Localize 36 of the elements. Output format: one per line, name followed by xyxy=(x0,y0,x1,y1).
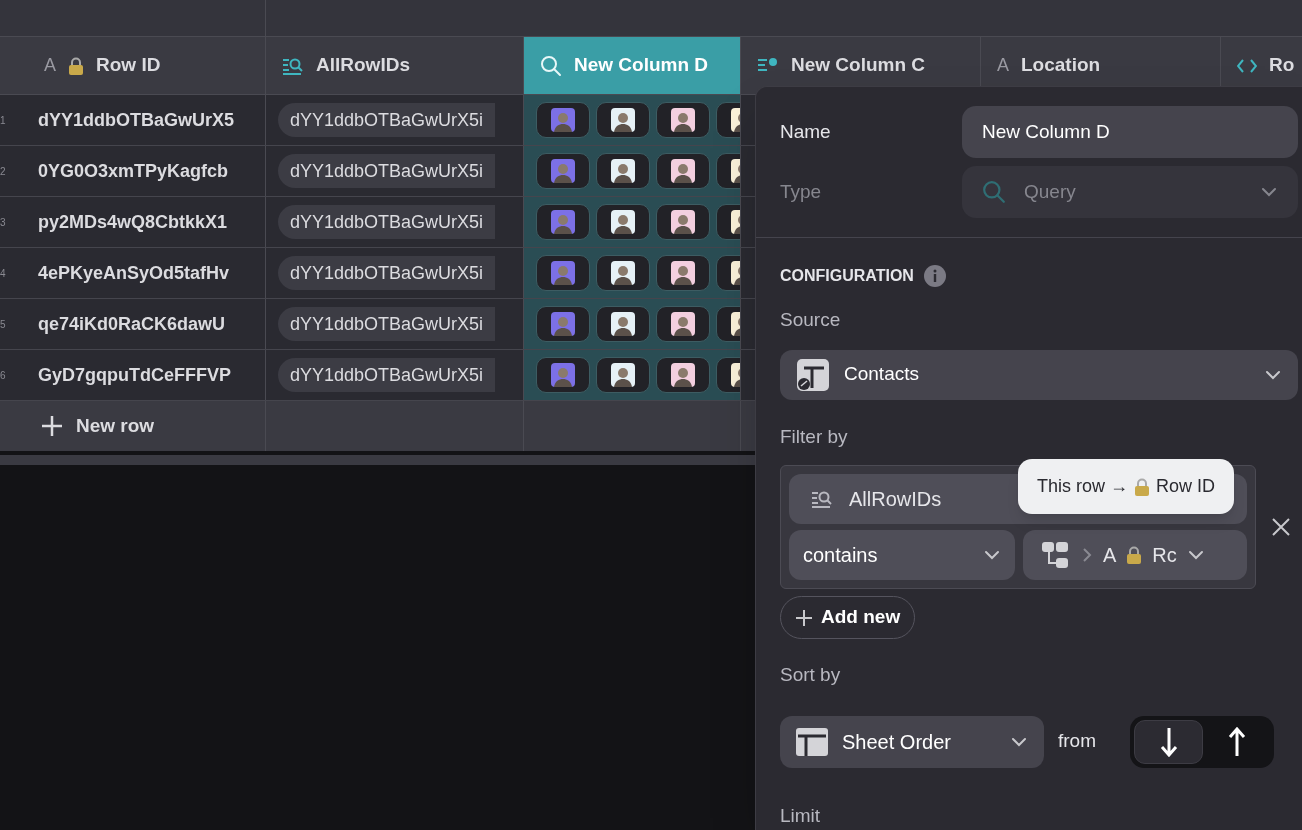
table-cell-text: py2MDs4wQ8CbtkkX1 xyxy=(38,210,228,234)
field-label: Type xyxy=(780,179,823,204)
column-title: New Column C xyxy=(791,53,926,78)
row-id-chip: dYY1ddbOTBaGwUrX5i xyxy=(278,307,496,341)
column-title: Ro xyxy=(1269,53,1295,78)
text-type-glyph: A xyxy=(997,54,1009,77)
section-title: CONFIGURATION xyxy=(780,266,914,286)
column-title: Row ID xyxy=(96,53,161,78)
tooltip: This row → Row ID xyxy=(1018,459,1235,514)
field-label: Limit xyxy=(780,803,822,828)
row-number: 1 xyxy=(0,113,7,128)
text-type-glyph: A xyxy=(1103,543,1117,568)
table-cell-text: dYY1ddbOTBaGwUrX5 xyxy=(38,108,235,132)
row-id-chip: dYY1ddbOTBaGwUrX5i xyxy=(278,154,496,188)
field-label: Filter by xyxy=(780,424,849,449)
row-number: 5 xyxy=(0,317,7,332)
row-id-chip: dYY1ddbOTBaGwUrX5i xyxy=(278,103,496,137)
row-number: 4 xyxy=(0,266,7,281)
row-number: 2 xyxy=(0,164,7,179)
column-title: Location xyxy=(1021,53,1101,78)
from-label: from xyxy=(1058,729,1096,754)
table-cell-text: 4ePKyeAnSyOd5tafHv xyxy=(38,261,230,285)
row-number: 3 xyxy=(0,215,7,230)
column-title: New Column D xyxy=(574,53,709,78)
field-label: Sort by xyxy=(780,663,842,687)
row-id-chip: dYY1ddbOTBaGwUrX5i xyxy=(278,358,496,392)
row-number: 6 xyxy=(0,368,7,383)
row-id-chip: dYY1ddbOTBaGwUrX5i xyxy=(278,205,496,239)
column-title: AllRowIDs xyxy=(316,53,410,78)
table-cell-text: GyD7gqpuTdCeFFFVP xyxy=(38,363,231,387)
table-cell-text: 0YG0O3xmTPyKagfcb xyxy=(38,159,229,183)
table-cell-text: qe74iKd0RaCK6dawU xyxy=(38,312,226,336)
field-label: Source xyxy=(780,308,842,332)
field-label: Name xyxy=(780,119,832,144)
text-type-glyph: A xyxy=(44,54,56,77)
row-id-chip: dYY1ddbOTBaGwUrX5i xyxy=(278,256,496,290)
